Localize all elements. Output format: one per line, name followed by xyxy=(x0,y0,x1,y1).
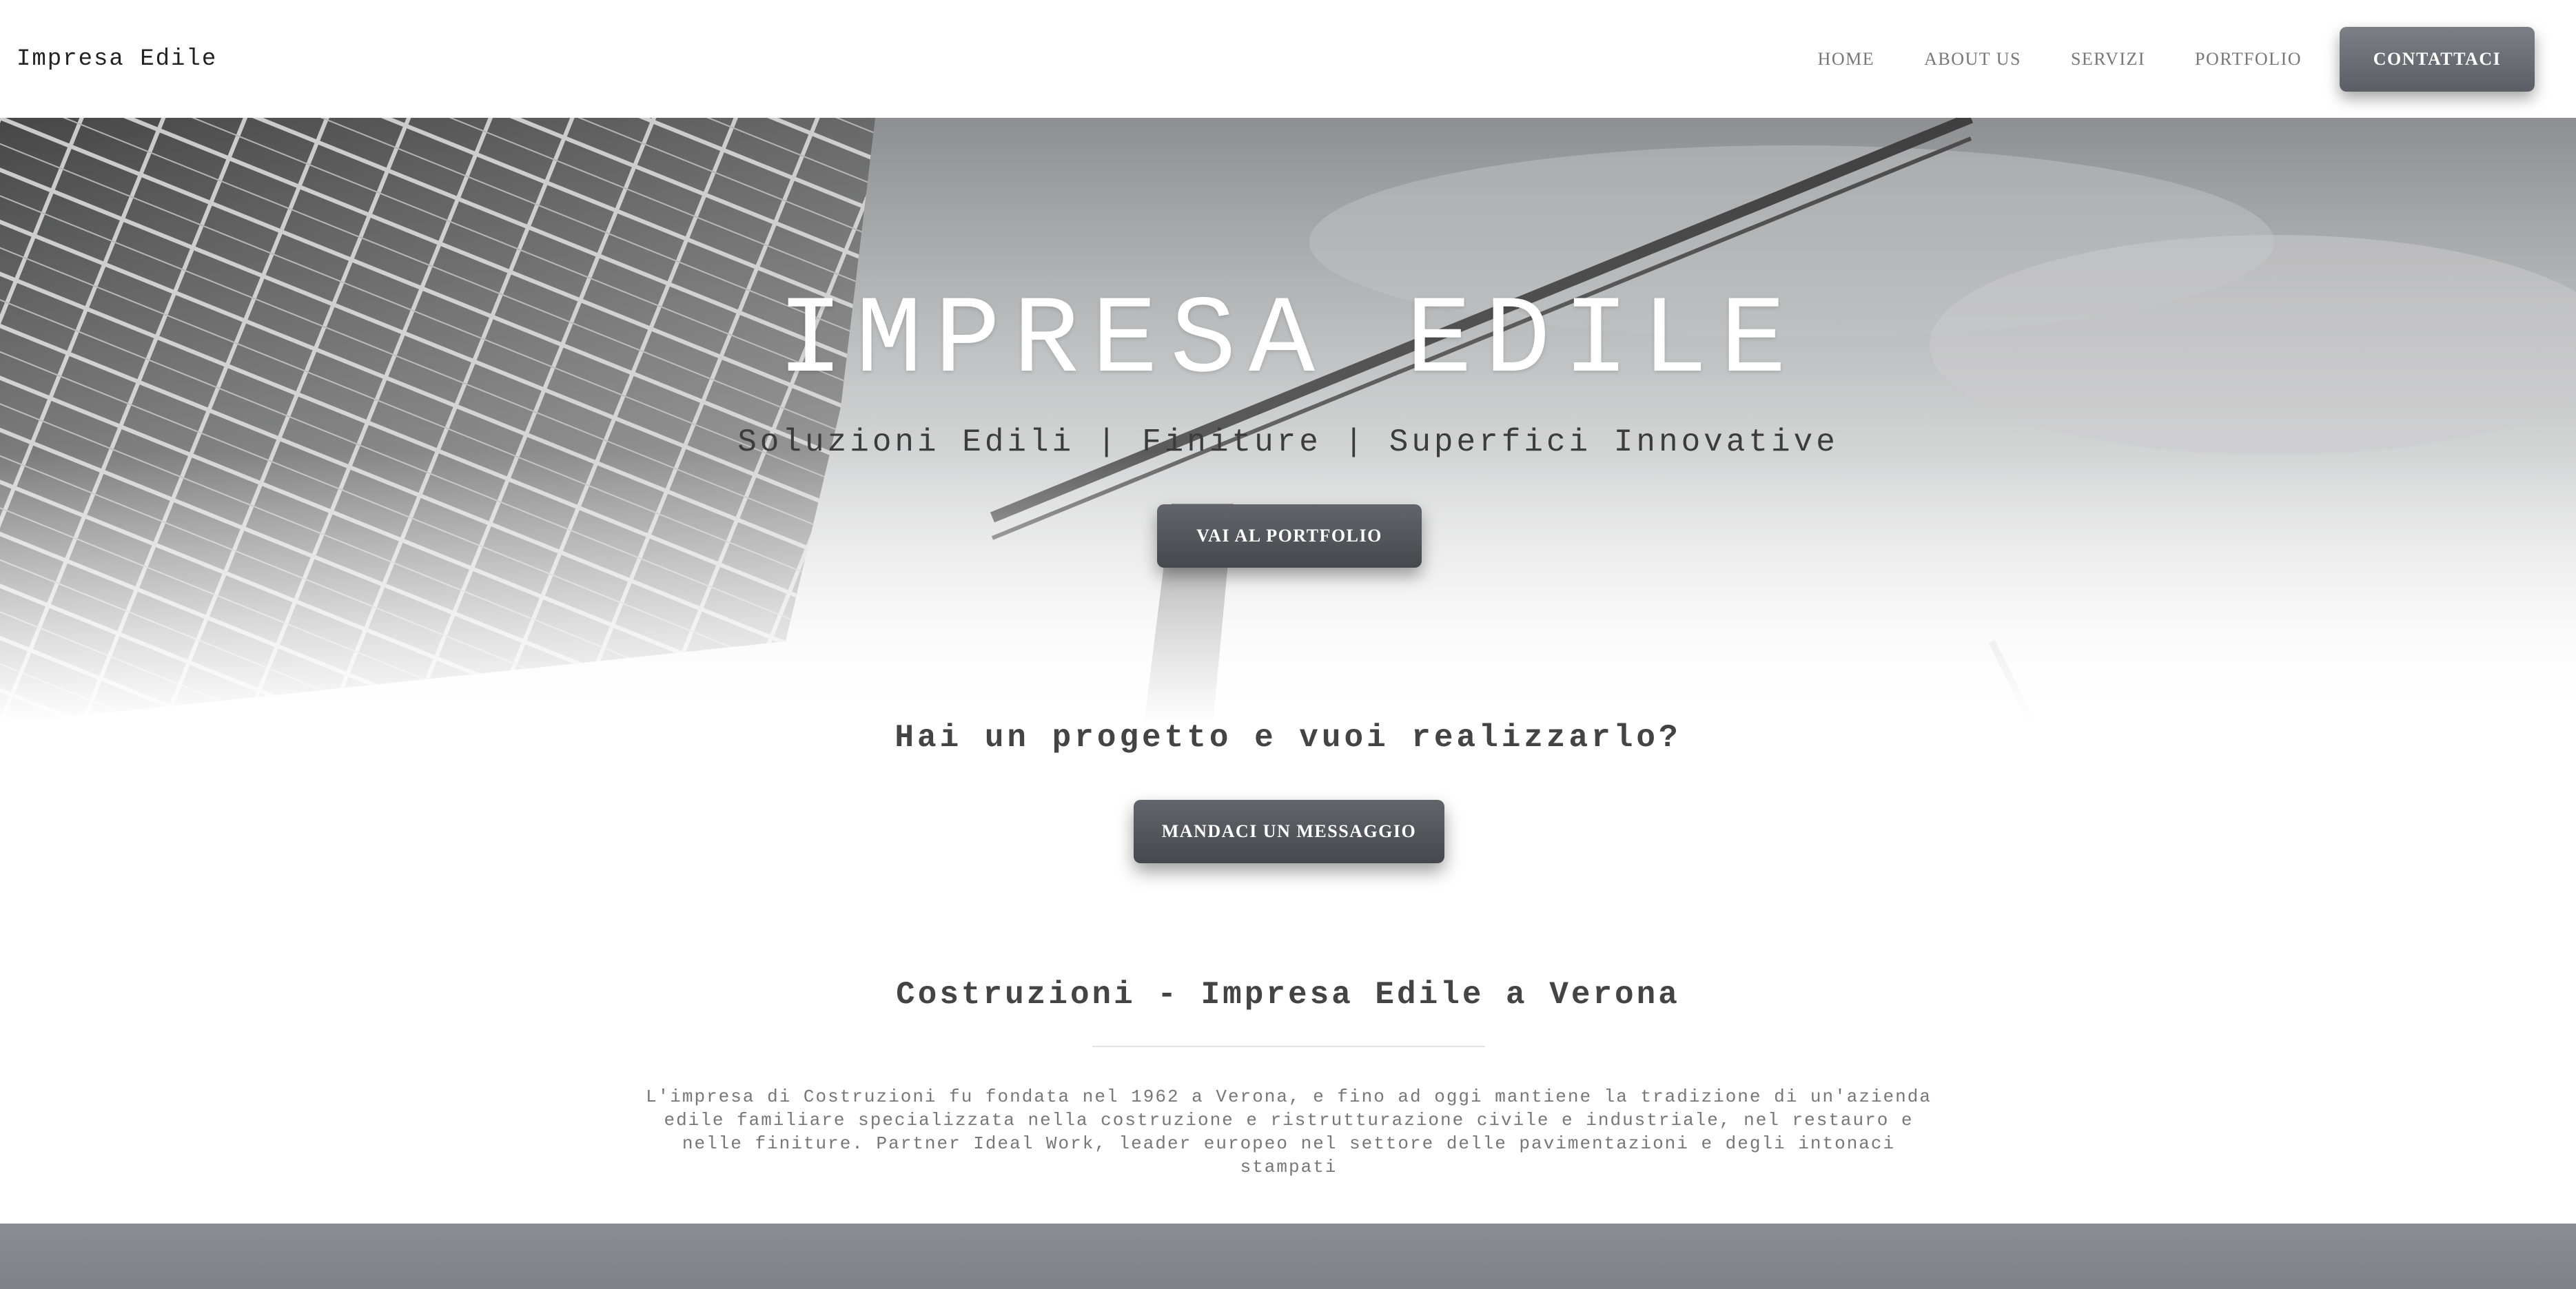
hero-title: IMPRESA EDILE xyxy=(777,280,1799,404)
hero-subtitle: Soluzioni Edili | Finiture | Superfici I… xyxy=(737,424,1839,460)
project-cta-heading: Hai un progetto e vuoi realizzarlo? xyxy=(895,720,1681,756)
section-divider xyxy=(1092,1046,1485,1047)
nav-item-home[interactable]: HOME xyxy=(1818,49,1875,70)
construction-site-background-image xyxy=(0,118,2576,724)
hero-banner: IMPRESA EDILE Soluzioni Edili | Finiture… xyxy=(0,118,2576,724)
brand-logo-text[interactable]: Impresa Edile xyxy=(17,46,217,72)
about-description: L'impresa di Costruzioni fu fondata nel … xyxy=(646,1086,1932,1177)
contact-button[interactable]: CONTATTACI xyxy=(2340,26,2535,92)
nav-item-about-us[interactable]: ABOUT US xyxy=(1924,49,2021,70)
send-message-button[interactable]: MANDACI UN MESSAGGIO xyxy=(1134,800,1444,863)
nav-item-portfolio[interactable]: PORTFOLIO xyxy=(2195,49,2302,70)
main-navigation: HOME ABOUT US SERVIZI PORTFOLIO CONTATTA… xyxy=(1768,26,2535,92)
portfolio-button[interactable]: VAI AL PORTFOLIO xyxy=(1157,504,1422,568)
nav-item-servizi[interactable]: SERVIZI xyxy=(2071,49,2145,70)
footer-band xyxy=(0,1224,2576,1289)
about-section-title: Costruzioni - Impresa Edile a Verona xyxy=(896,977,1680,1013)
top-navbar: Impresa Edile HOME ABOUT US SERVIZI PORT… xyxy=(0,0,2576,118)
